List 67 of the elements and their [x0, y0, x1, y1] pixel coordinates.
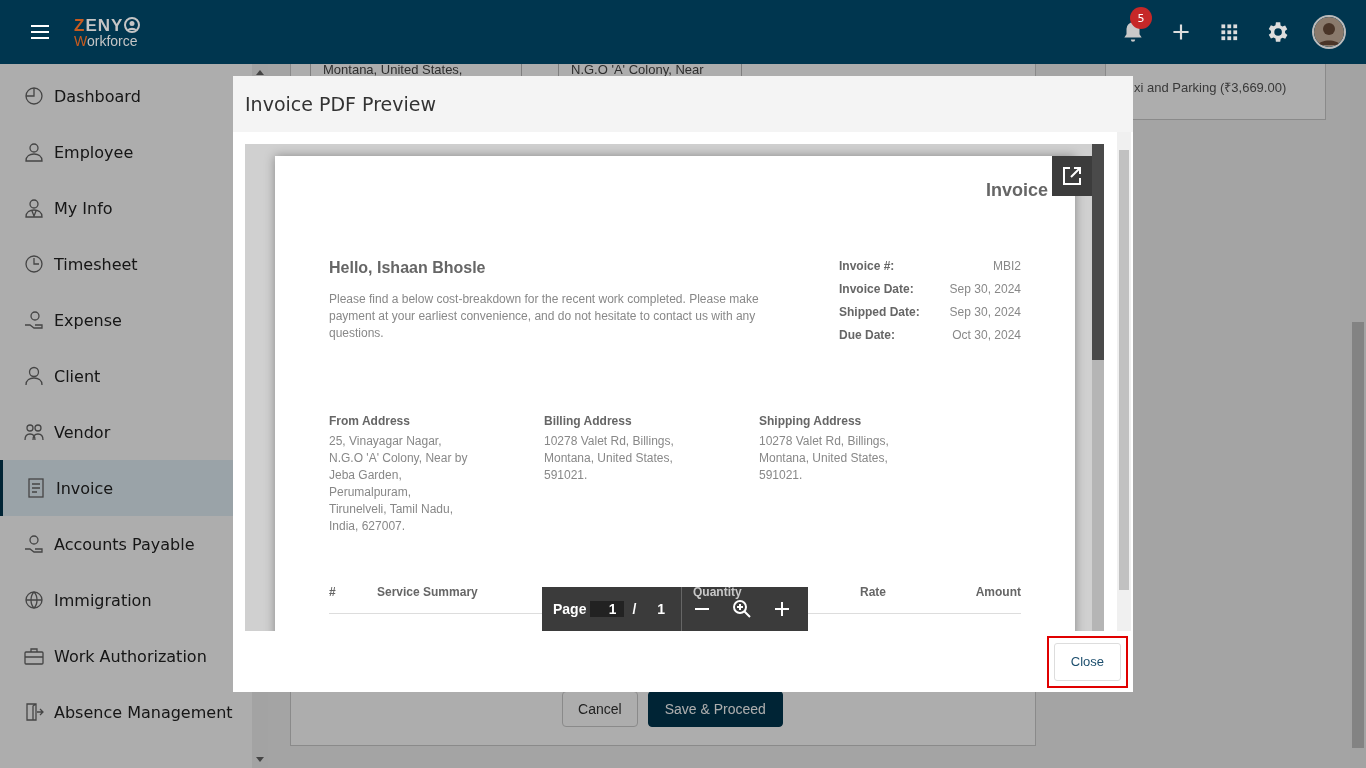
address-heading: Billing Address [544, 414, 633, 428]
detail-value: MBI2 [992, 259, 1021, 273]
save-proceed-button[interactable]: Save & Proceed [647, 691, 783, 727]
column-header: Amount [974, 585, 1021, 599]
menu-item-icon [24, 702, 44, 722]
avatar[interactable] [1312, 15, 1346, 49]
menu-item-icon [24, 534, 44, 554]
detail-label: Shipped Date: [839, 305, 921, 319]
menu-item-icon [24, 198, 44, 218]
menu-item-icon [24, 254, 44, 274]
menu-item-icon [24, 142, 44, 162]
dialog-title: Invoice PDF Preview [233, 76, 1133, 132]
sidebar-item[interactable]: Dashboard [0, 68, 233, 124]
menu-item-icon [24, 86, 44, 106]
zoom-in-icon[interactable] [732, 599, 753, 619]
menu-item-icon [24, 422, 44, 442]
detail-value: Sep 30, 2024 [948, 282, 1021, 296]
document-title: Invoice [984, 180, 1048, 201]
sidebar-item[interactable]: Expense [0, 292, 233, 348]
detail-value: Oct 30, 2024 [951, 328, 1021, 342]
plus-icon[interactable] [773, 600, 792, 618]
logo-icon [124, 17, 141, 33]
sidebar-item[interactable]: My Info [0, 180, 233, 236]
sidebar-item[interactable]: Client [0, 348, 233, 404]
detail-label: Due Date: [839, 328, 896, 342]
menu-item-icon [24, 590, 44, 610]
sidebar-item[interactable]: Employee [0, 124, 233, 180]
menu-item-icon [24, 366, 44, 386]
address-text: 10278 Valet Rd, Billings, Montana, United States, 591021. [759, 433, 890, 484]
address-text: 25, Vinayagar Nagar, N.G.O 'A' Colony, Near by Jeba Garden, Perumalpuram, Tirunelveli, Tamil Nadu, India, 627007. [329, 433, 469, 535]
column-header: Quantity [693, 585, 743, 599]
open-external-icon [1063, 167, 1081, 185]
page-label: Page [553, 601, 587, 617]
sidebar-item[interactable]: Vendor [0, 404, 233, 460]
address-text: 10278 Valet Rd, Billings, Montana, United States, 591021. [544, 433, 675, 484]
scroll-down-icon[interactable] [256, 757, 264, 762]
sidebar-item[interactable]: Timesheet [0, 236, 233, 292]
page-input[interactable]: 1 [590, 601, 625, 617]
scrollbar-thumb[interactable] [1119, 150, 1129, 590]
address-heading: Shipping Address [759, 414, 863, 428]
close-button[interactable]: Close [1053, 642, 1121, 681]
scrollbar-thumb[interactable] [1092, 144, 1104, 360]
menu-item-icon [24, 646, 44, 666]
sidebar-item[interactable]: Invoice [0, 460, 233, 516]
greeting: Hello, Ishaan Bhosle [329, 259, 487, 277]
detail-label: Invoice Date: [839, 282, 915, 296]
address-heading: From Address [329, 414, 411, 428]
column-header: Rate [859, 585, 887, 599]
sidebar-item[interactable]: Work Authorization [0, 628, 233, 684]
column-header: # [329, 585, 337, 599]
menu-item-icon [26, 478, 46, 498]
menu-item-icon [24, 310, 44, 330]
page-count: 1 [657, 601, 667, 617]
sidebar-item[interactable]: Accounts Payable [0, 516, 233, 572]
scrollbar-thumb[interactable] [1352, 322, 1364, 748]
sidebar-item[interactable]: Immigration [0, 572, 233, 628]
logo-subtitle: Workforce [74, 33, 139, 48]
logo-text: ZENY [74, 16, 124, 34]
open-external-button[interactable] [1052, 156, 1092, 196]
page-separator: / [632, 601, 637, 617]
cancel-button[interactable]: Cancel [562, 691, 638, 727]
detail-label: Invoice #: [839, 259, 896, 273]
sidebar-item[interactable]: Absence Management [0, 684, 233, 740]
column-header: Service Summary [377, 585, 479, 599]
detail-value: Sep 30, 2024 [948, 305, 1021, 319]
notification-badge: 5 [1130, 7, 1152, 29]
message-paragraph: Please find a below cost-breakdown for the recent work completed. Please make payment at your earliest convenience, and do not hesitate to contact us with any questions. [329, 291, 760, 342]
